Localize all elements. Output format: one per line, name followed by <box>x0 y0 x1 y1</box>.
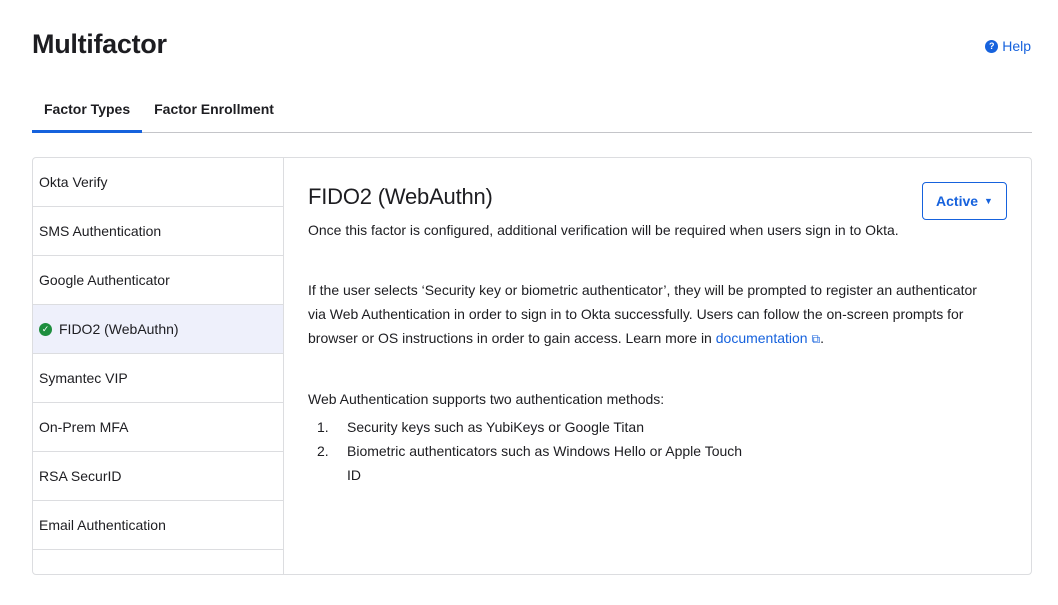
list-item-number: 1. <box>317 419 329 435</box>
sidebar-item-label: On-Prem MFA <box>39 419 129 435</box>
list-item: 1. Security keys such as YubiKeys or Goo… <box>308 415 1007 439</box>
methods-list: 1. Security keys such as YubiKeys or Goo… <box>308 415 1007 487</box>
sidebar-item-okta-verify[interactable]: Okta Verify <box>33 158 283 207</box>
list-item-text: Security keys such as YubiKeys or Google… <box>347 419 645 435</box>
sidebar-item-label: Symantec VIP <box>39 370 128 386</box>
factor-panel: Okta Verify SMS Authentication Google Au… <box>32 157 1032 575</box>
factor-title: FIDO2 (WebAuthn) <box>308 184 493 209</box>
tab-factor-types[interactable]: Factor Types <box>32 92 143 133</box>
tab-factor-enrollment[interactable]: Factor Enrollment <box>142 92 286 133</box>
sidebar-item-email-authentication[interactable]: Email Authentication <box>33 501 283 550</box>
sidebar-item-symantec-vip[interactable]: Symantec VIP <box>33 354 283 403</box>
sidebar-item-label: Google Authenticator <box>39 272 170 288</box>
check-circle-icon: ✓ <box>39 322 52 336</box>
sidebar-item-label: FIDO2 (WebAuthn) <box>59 321 179 337</box>
description-text: If the user selects ‘Security key or bio… <box>308 282 977 346</box>
caret-down-icon: ▼ <box>984 196 993 206</box>
sidebar-item-label: SMS Authentication <box>39 223 162 239</box>
sidebar-item-fido2[interactable]: ✓ FIDO2 (WebAuthn) <box>33 305 283 354</box>
list-item-number: 2. <box>317 443 329 459</box>
external-link-icon: ⧉ <box>811 332 821 346</box>
sidebar-item-label: RSA SecurID <box>39 468 122 484</box>
multifactor-page: Multifactor ? Help Factor Types Factor E… <box>0 0 1058 605</box>
factor-intro-text: Once this factor is configured, addition… <box>308 222 899 238</box>
factor-description: If the user selects ‘Security key or bio… <box>308 278 998 351</box>
status-dropdown-button[interactable]: Active ▼ <box>922 182 1007 220</box>
status-label: Active <box>936 193 979 209</box>
description-end: . <box>820 330 824 346</box>
list-item: 2. Biometric authenticators such as Wind… <box>308 439 1007 487</box>
sidebar-item-on-prem-mfa[interactable]: On-Prem MFA <box>33 403 283 452</box>
documentation-link-label: documentation <box>715 330 808 346</box>
tab-bar: Factor Types Factor Enrollment <box>32 92 1032 133</box>
help-label: Help <box>1002 38 1031 54</box>
help-link[interactable]: ? Help <box>985 38 1031 54</box>
sidebar-item-sms-authentication[interactable]: SMS Authentication <box>33 207 283 256</box>
documentation-link[interactable]: documentation ⧉ <box>716 330 820 346</box>
factor-detail: FIDO2 (WebAuthn) Active ▼ Once this fact… <box>284 158 1031 574</box>
methods-intro: Web Authentication supports two authenti… <box>308 391 665 407</box>
sidebar-item-rsa-securid[interactable]: RSA SecurID <box>33 452 283 501</box>
sidebar-item-google-authenticator[interactable]: Google Authenticator <box>33 256 283 305</box>
sidebar-item-label: Okta Verify <box>39 174 108 190</box>
sidebar-item-label: Email Authentication <box>39 517 166 533</box>
help-icon: ? <box>985 39 999 53</box>
factor-list: Okta Verify SMS Authentication Google Au… <box>33 158 284 574</box>
list-item-text: Biometric authenticators such as Windows… <box>347 443 743 483</box>
page-title: Multifactor <box>32 29 167 59</box>
